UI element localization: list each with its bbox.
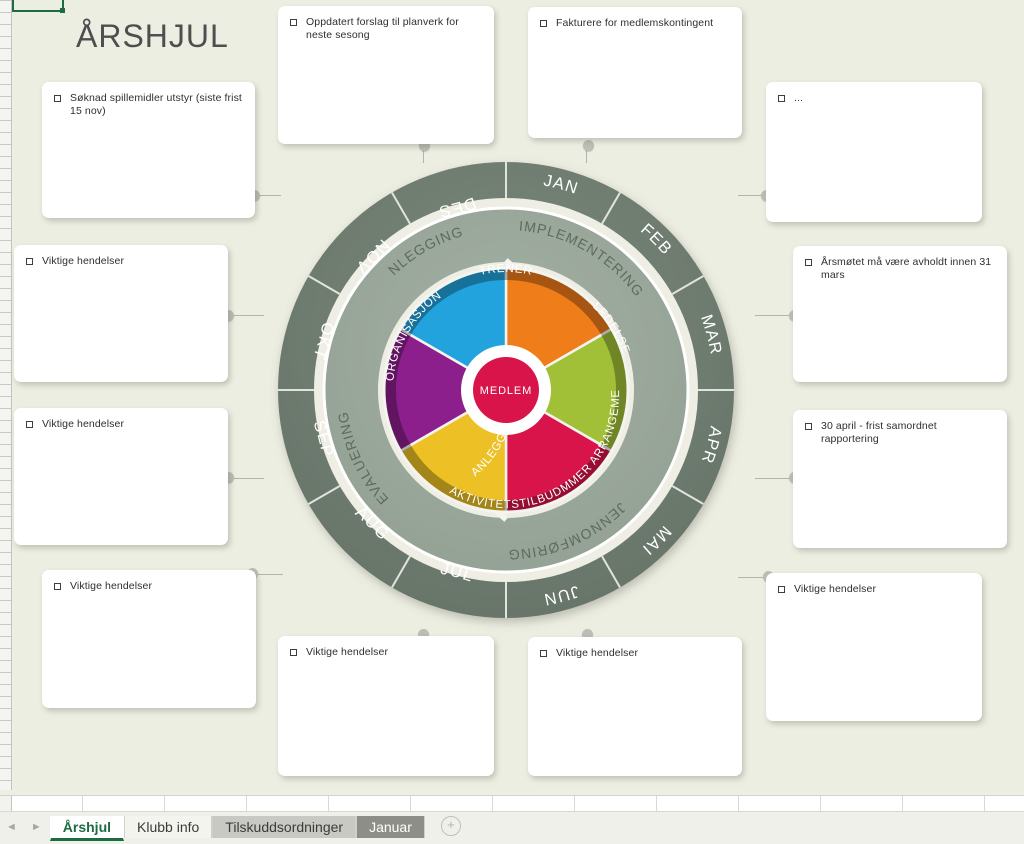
selected-cell[interactable]: [12, 0, 65, 13]
note-card-jan[interactable]: Fakturere for medlemskontingent: [528, 7, 742, 138]
note-card-feb[interactable]: ...: [766, 82, 982, 222]
note-card-mai[interactable]: Viktige hendelser: [766, 573, 982, 721]
year-wheel-diagram[interactable]: JAN FEB MAR APR MAI JUN JUL AUG SEP OKT …: [248, 132, 764, 648]
add-sheet-button[interactable]: +: [440, 816, 461, 836]
note-card-jul[interactable]: Viktige hendelser: [278, 636, 494, 776]
sheet-tab-klubb-info[interactable]: Klubb info: [124, 816, 213, 838]
wheel-center-label: MEDLEM: [480, 385, 532, 397]
bullet-icon: [778, 586, 785, 593]
sheet-tab-januar[interactable]: Januar: [356, 816, 425, 838]
row-header-strip: [0, 0, 12, 790]
sheet-tab-bar[interactable]: ◄ ► Årshjul Klubb info Tilskuddsordninge…: [0, 811, 1024, 844]
bullet-icon: [290, 649, 297, 656]
bullet-icon: [540, 650, 547, 657]
bullet-icon: [54, 583, 61, 590]
note-card-sep[interactable]: Viktige hendelser: [14, 408, 228, 545]
note-card-mar[interactable]: Årsmøtet må være avholdt innen 31 mars: [793, 246, 1007, 382]
bullet-icon: [26, 421, 33, 428]
bullet-icon: [54, 95, 61, 102]
next-sheet-icon[interactable]: ►: [31, 821, 42, 833]
note-card-jun[interactable]: Viktige hendelser: [528, 637, 742, 776]
prev-sheet-icon[interactable]: ◄: [6, 821, 17, 833]
bullet-icon: [540, 20, 547, 27]
note-card-aug[interactable]: Viktige hendelser: [42, 570, 256, 708]
sheet-nav-arrows[interactable]: ◄ ►: [0, 812, 50, 842]
bullet-icon: [778, 95, 785, 102]
note-card-apr[interactable]: 30 april - frist samordnet rapportering: [793, 410, 1007, 548]
note-card-des[interactable]: Oppdatert forslag til planverk for neste…: [278, 6, 494, 144]
bullet-icon: [290, 19, 297, 26]
bullet-icon: [805, 423, 812, 430]
row-header-cell: [0, 796, 12, 812]
fill-handle[interactable]: [60, 8, 65, 13]
bullet-icon: [26, 258, 33, 265]
page-title: ÅRSHJUL: [76, 18, 229, 54]
sheet-tab-tilskuddsordninger[interactable]: Tilskuddsordninger: [212, 816, 357, 838]
bullet-icon: [805, 259, 812, 266]
note-card-nov[interactable]: Søknad spillemidler utstyr (siste frist …: [42, 82, 255, 218]
sheet-tab-arshjul[interactable]: Årshjul: [49, 816, 125, 841]
note-card-okt[interactable]: Viktige hendelser: [14, 245, 228, 382]
